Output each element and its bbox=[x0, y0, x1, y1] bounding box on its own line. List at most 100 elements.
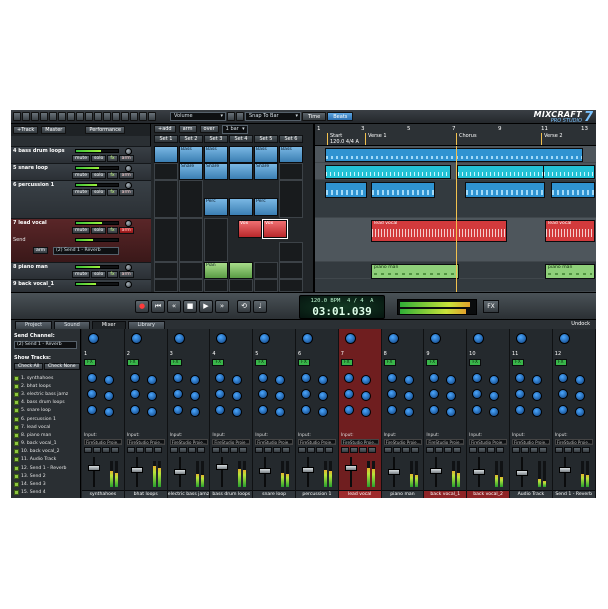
perf-arm-button[interactable]: arm bbox=[178, 125, 197, 133]
midi-clip[interactable]: piano man bbox=[545, 264, 595, 279]
channel-name[interactable]: lead vocal bbox=[338, 490, 381, 498]
eq-knob[interactable] bbox=[489, 391, 500, 401]
channel-fx-button[interactable]: FX bbox=[126, 359, 139, 366]
eq-knob[interactable] bbox=[87, 389, 97, 399]
strip-toggle-button[interactable] bbox=[487, 447, 496, 453]
eq-knob[interactable] bbox=[300, 389, 311, 399]
volume-fader-handle[interactable] bbox=[558, 466, 571, 473]
send-knob[interactable] bbox=[88, 333, 99, 344]
strip-toggle-button[interactable] bbox=[212, 447, 221, 453]
rewind-icon[interactable]: « bbox=[167, 300, 181, 313]
volume-fader-handle[interactable] bbox=[216, 464, 229, 471]
view-dropdown[interactable]: Volume bbox=[170, 112, 226, 121]
eq-knob[interactable] bbox=[129, 373, 140, 383]
eq-knob[interactable] bbox=[215, 389, 226, 399]
audio-clip[interactable] bbox=[325, 148, 583, 162]
perf-empty-cell[interactable] bbox=[279, 180, 303, 218]
arm-button[interactable]: arm bbox=[118, 189, 134, 196]
undock-button[interactable]: Undock bbox=[571, 321, 590, 327]
solo-button[interactable]: solo bbox=[91, 189, 107, 196]
perf-empty-cell[interactable] bbox=[154, 262, 178, 279]
marker-verse-2[interactable]: Verse 2 bbox=[541, 133, 563, 145]
strip-toggle-button[interactable] bbox=[349, 447, 358, 453]
eq-knob[interactable] bbox=[446, 375, 457, 385]
eq-knob[interactable] bbox=[317, 375, 328, 385]
perf-clip[interactable]: Snare bbox=[254, 163, 278, 180]
perf-clip[interactable] bbox=[229, 163, 253, 180]
solo-button[interactable]: solo bbox=[91, 155, 107, 162]
perf-clip[interactable] bbox=[229, 262, 253, 279]
channel-fx-button[interactable]: FX bbox=[297, 359, 310, 366]
eq-knob[interactable] bbox=[446, 391, 457, 401]
eq-knob[interactable] bbox=[472, 405, 483, 415]
tab-sound[interactable]: Sound bbox=[54, 321, 90, 329]
strip-toggle-button[interactable] bbox=[153, 447, 162, 453]
eq-knob[interactable] bbox=[489, 407, 500, 417]
perf-clip[interactable]: Vox bbox=[238, 220, 262, 238]
eq-knob[interactable] bbox=[386, 389, 397, 399]
send-knob[interactable] bbox=[515, 333, 527, 344]
channel-name[interactable]: percussion 1 bbox=[295, 490, 338, 498]
channel-fx-button[interactable]: FX bbox=[383, 359, 396, 366]
strip-toggle-button[interactable] bbox=[196, 447, 205, 453]
audio-clip[interactable] bbox=[457, 165, 549, 179]
show-track-item[interactable]: 12. Send 1 - Reverb bbox=[14, 464, 78, 472]
stop-icon[interactable]: ■ bbox=[183, 300, 197, 313]
volume-fader-handle[interactable] bbox=[515, 470, 528, 477]
strip-toggle-button[interactable] bbox=[169, 447, 178, 453]
perf-clip[interactable]: Perc bbox=[204, 198, 228, 216]
eq-knob[interactable] bbox=[232, 407, 243, 417]
eq-knob[interactable] bbox=[129, 389, 140, 399]
snap-icon[interactable] bbox=[236, 112, 244, 121]
track-pan-knob[interactable] bbox=[125, 182, 132, 189]
fast-forward-icon[interactable]: » bbox=[215, 300, 229, 313]
perf-empty-cell[interactable] bbox=[254, 262, 278, 279]
eq-knob[interactable] bbox=[403, 391, 414, 401]
open-file-icon[interactable] bbox=[22, 112, 30, 121]
eq-knob[interactable] bbox=[531, 407, 542, 417]
strip-toggle-button[interactable] bbox=[187, 447, 196, 453]
strip-toggle-button[interactable] bbox=[84, 447, 92, 453]
zoom-in-icon[interactable] bbox=[103, 112, 111, 121]
show-track-item[interactable]: 3. electric bass jamz bbox=[14, 390, 78, 398]
new-file-icon[interactable] bbox=[13, 112, 21, 121]
strip-toggle-button[interactable] bbox=[306, 447, 315, 453]
perf-empty-cell[interactable] bbox=[204, 279, 228, 292]
perf-clip-selected[interactable]: Vox bbox=[262, 219, 288, 239]
eq-knob[interactable] bbox=[275, 375, 286, 385]
send-arm-button[interactable]: arm bbox=[33, 247, 49, 254]
send-knob[interactable] bbox=[558, 333, 570, 344]
audio-clip[interactable] bbox=[325, 165, 451, 179]
perf-clip[interactable]: Perc bbox=[254, 198, 278, 216]
volume-fader-handle[interactable] bbox=[173, 469, 186, 475]
zoom-out-icon[interactable] bbox=[112, 112, 120, 121]
show-track-item[interactable]: 2. bhat loops bbox=[14, 382, 78, 390]
record-icon[interactable]: ● bbox=[135, 300, 149, 313]
perf-clip[interactable]: Bass bbox=[204, 146, 228, 163]
perf-empty-cell[interactable] bbox=[179, 180, 203, 218]
eq-knob[interactable] bbox=[215, 405, 226, 415]
fx-button[interactable]: fx bbox=[107, 227, 118, 234]
tab-mixer[interactable]: Mixer bbox=[91, 321, 126, 329]
eq-knob[interactable] bbox=[275, 391, 286, 401]
eq-knob[interactable] bbox=[574, 375, 585, 385]
strip-toggle-button[interactable] bbox=[358, 447, 367, 453]
midi-clip[interactable]: piano man bbox=[371, 264, 459, 279]
strip-toggle-button[interactable] bbox=[297, 447, 306, 453]
solo-button[interactable]: solo bbox=[91, 271, 107, 278]
eq-knob[interactable] bbox=[514, 373, 525, 383]
beats-button[interactable]: Beats bbox=[327, 112, 354, 121]
strip-toggle-button[interactable] bbox=[111, 447, 119, 453]
strip-toggle-button[interactable] bbox=[383, 447, 392, 453]
show-track-item[interactable]: 13. Send 2 bbox=[14, 472, 78, 480]
strip-toggle-button[interactable] bbox=[340, 447, 349, 453]
track-row[interactable]: 9 back vocal_1 bbox=[11, 279, 151, 292]
show-track-item[interactable]: 10. back vocal_2 bbox=[14, 448, 78, 456]
channel-name[interactable]: bass drum loops bbox=[210, 490, 253, 498]
strip-toggle-button[interactable] bbox=[453, 447, 462, 453]
show-track-item[interactable]: 15. Send 4 bbox=[14, 489, 78, 497]
track-pan-knob[interactable] bbox=[125, 281, 132, 288]
input-dropdown[interactable]: FireStudio Proje... bbox=[511, 439, 550, 445]
marker-start[interactable]: Start 120.0 4/4 A bbox=[327, 133, 359, 145]
send-channel-dropdown[interactable]: (2) Send 1 - Reverb bbox=[14, 341, 77, 349]
